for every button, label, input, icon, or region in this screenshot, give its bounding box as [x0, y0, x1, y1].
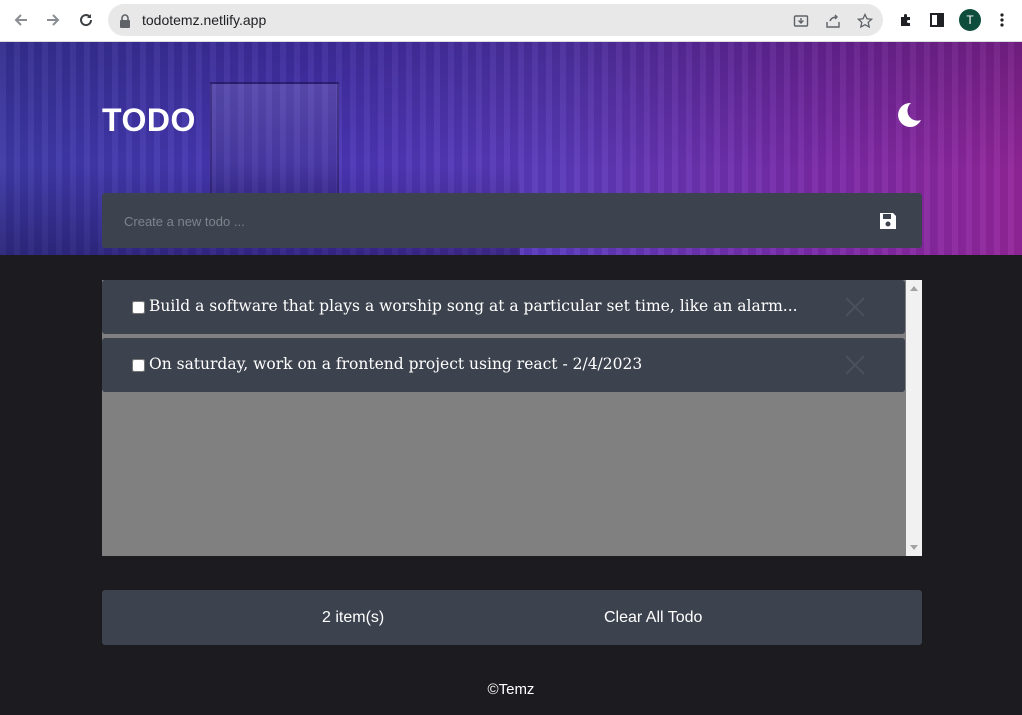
hero-banner: TODO	[0, 42, 1022, 255]
forward-arrow-icon[interactable]	[41, 8, 65, 32]
close-icon[interactable]	[844, 296, 866, 318]
list-scrollbar[interactable]	[906, 280, 922, 556]
todo-text: Build a software that plays a worship so…	[149, 297, 798, 315]
back-arrow-icon[interactable]	[9, 8, 33, 32]
clear-all-button[interactable]: Clear All Todo	[604, 609, 702, 627]
new-todo-input[interactable]	[122, 207, 856, 235]
list-footer: 2 item(s) Clear All Todo	[102, 590, 922, 645]
floppy-save-icon[interactable]	[876, 209, 900, 233]
close-icon[interactable]	[844, 354, 866, 376]
todo-item: On saturday, work on a frontend project …	[102, 338, 905, 392]
lock-icon[interactable]	[116, 12, 134, 30]
scroll-down-arrow-icon[interactable]	[910, 545, 918, 550]
side-panel-icon[interactable]	[926, 9, 948, 31]
install-app-icon[interactable]	[792, 12, 810, 30]
todo-text: On saturday, work on a frontend project …	[149, 355, 643, 373]
extensions-puzzle-icon[interactable]	[895, 9, 917, 31]
credit-text: ©Temz	[487, 681, 535, 698]
item-count: 2 item(s)	[322, 609, 385, 626]
url-text[interactable]: todotemz.netlify.app	[142, 12, 266, 28]
more-vert-icon[interactable]	[991, 9, 1013, 31]
new-todo-bar	[102, 193, 922, 248]
address-bar[interactable]: todotemz.netlify.app	[108, 4, 883, 36]
browser-toolbar: todotemz.netlify.app T	[0, 0, 1022, 42]
app-title: TODO	[102, 102, 196, 138]
todo-checkbox[interactable]	[132, 301, 145, 314]
hero-background-doorway	[210, 82, 339, 206]
todo-checkbox[interactable]	[132, 359, 145, 372]
moon-icon[interactable]	[893, 100, 923, 130]
todo-list: Build a software that plays a worship so…	[102, 280, 922, 556]
bookmark-star-icon[interactable]	[856, 12, 874, 30]
profile-avatar[interactable]: T	[959, 9, 981, 31]
scroll-up-arrow-icon[interactable]	[910, 286, 918, 291]
todo-item: Build a software that plays a worship so…	[102, 280, 905, 334]
share-icon[interactable]	[824, 12, 842, 30]
reload-icon[interactable]	[74, 8, 98, 32]
